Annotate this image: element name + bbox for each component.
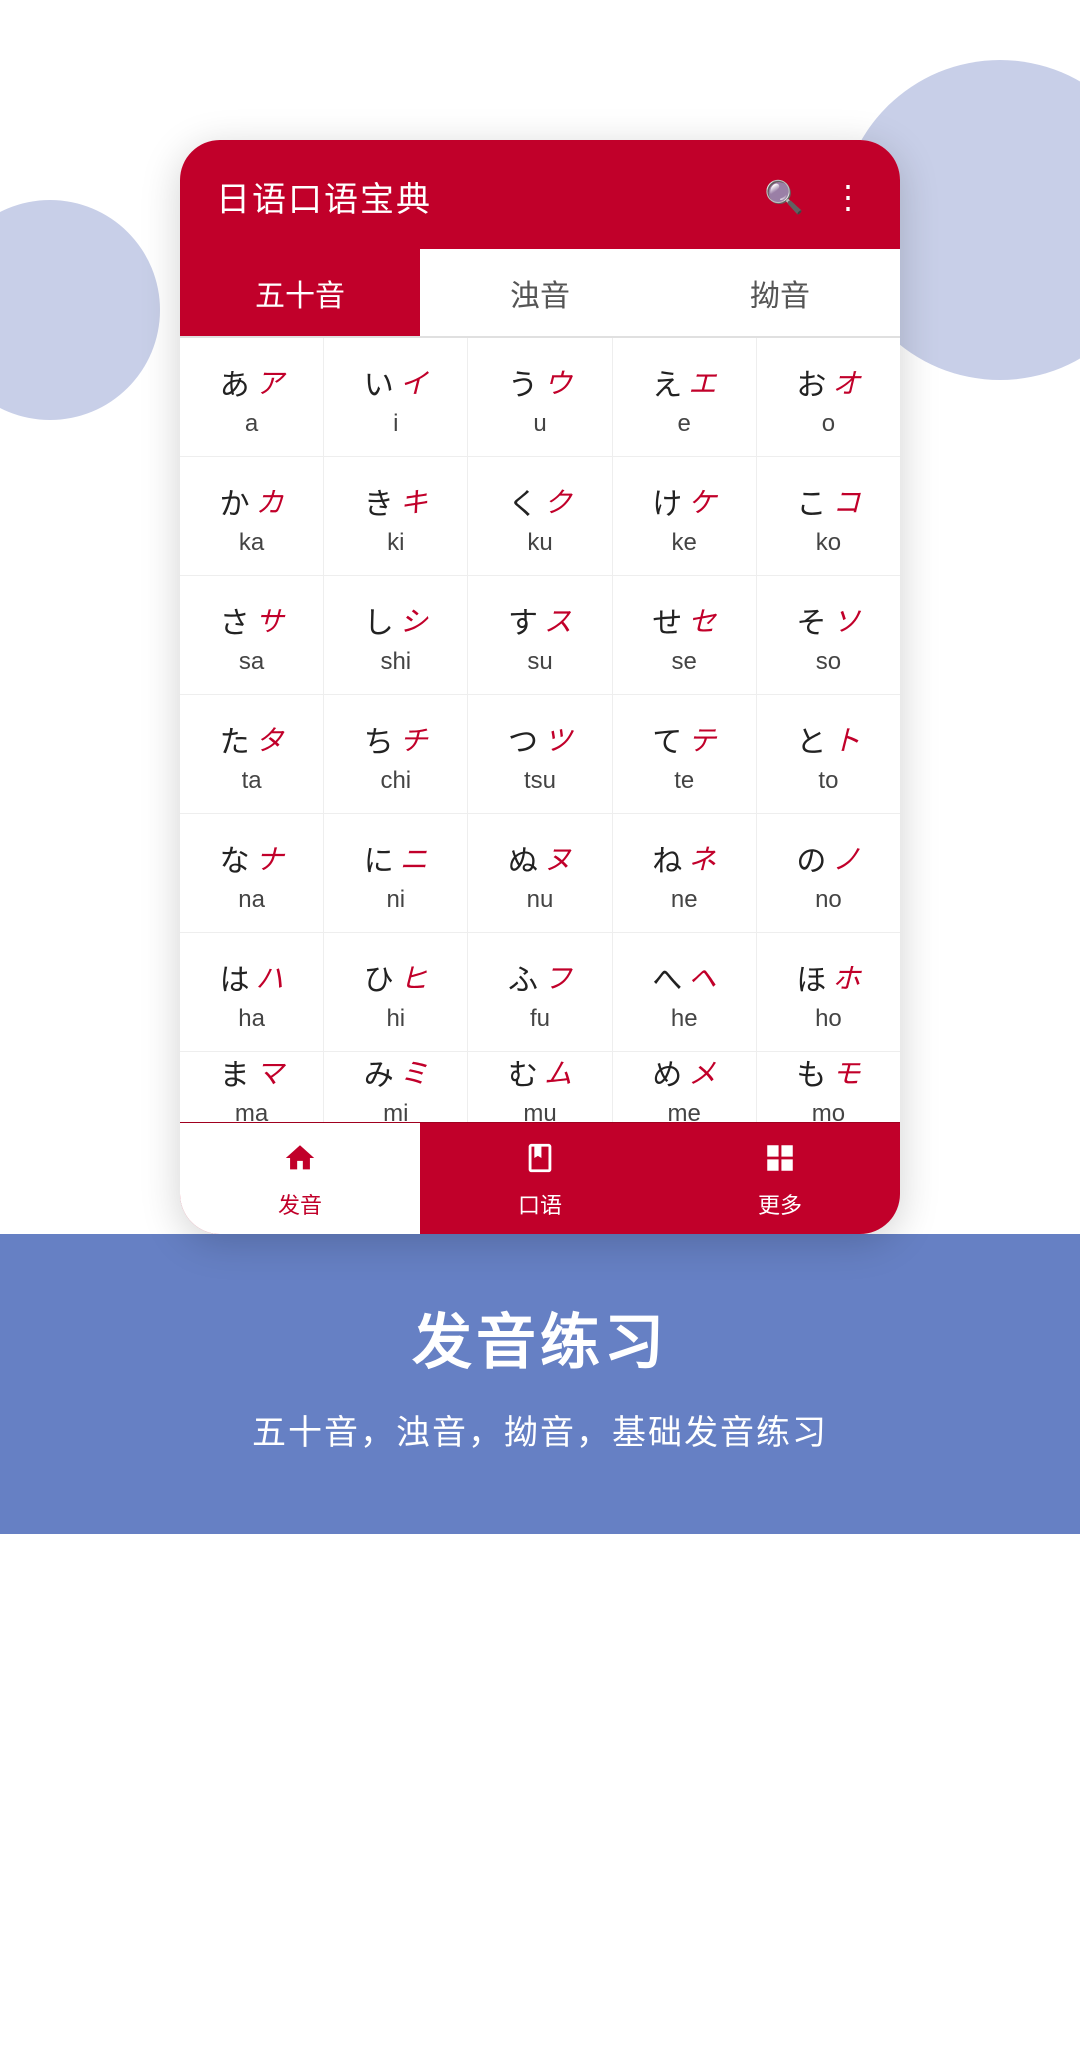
kana-cell-u[interactable]: う ウ u (468, 338, 612, 456)
kana-row-ma: ま マ ma み ミ mi む ム mu (180, 1052, 900, 1122)
app-title: 日语口语宝典 (216, 172, 432, 221)
kana-cell-na[interactable]: な ナ na (180, 814, 324, 932)
kana-cell-o[interactable]: お オ o (757, 338, 900, 456)
search-icon[interactable]: 🔍 (764, 178, 804, 216)
kana-cell-ku[interactable]: く ク ku (468, 457, 612, 575)
kana-cell-ho[interactable]: ほ ホ ho (757, 933, 900, 1051)
kana-cell-ke[interactable]: け ケ ke (613, 457, 757, 575)
kana-cell-he[interactable]: へ ヘ he (613, 933, 757, 1051)
menu-icon[interactable]: ⋮ (832, 178, 864, 216)
kana-row-sa: さ サ sa し シ shi す ス su (180, 576, 900, 695)
kana-cell-ki[interactable]: き キ ki (324, 457, 468, 575)
kana-cell-mo[interactable]: も モ mo (757, 1052, 900, 1122)
header-icons: 🔍 ⋮ (764, 178, 864, 216)
kana-cell-ma[interactable]: ま マ ma (180, 1052, 324, 1122)
kana-row-ka: か カ ka き キ ki く ク ku (180, 457, 900, 576)
kana-cell-se[interactable]: せ セ se (613, 576, 757, 694)
tabs-row: 五十音 浊音 拗音 (180, 249, 900, 338)
kana-cell-shi[interactable]: し シ shi (324, 576, 468, 694)
tab-youon[interactable]: 拗音 (660, 249, 900, 336)
kana-row-ta: た タ ta ち チ chi つ ツ tsu (180, 695, 900, 814)
nav-label-spoken: 口语 (518, 1188, 562, 1220)
kana-cell-te[interactable]: て テ te (613, 695, 757, 813)
kana-cell-mu[interactable]: む ム mu (468, 1052, 612, 1122)
bg-decoration-left (0, 200, 160, 420)
kana-cell-hi[interactable]: ひ ヒ hi (324, 933, 468, 1051)
kana-cell-ta[interactable]: た タ ta (180, 695, 324, 813)
kana-row-na: な ナ na に ニ ni ぬ ヌ nu (180, 814, 900, 933)
kana-cell-su[interactable]: す ス su (468, 576, 612, 694)
nav-item-spoken[interactable]: 口语 (420, 1123, 660, 1234)
kana-cell-sa[interactable]: さ サ sa (180, 576, 324, 694)
kana-grid: あ ア a い イ i う ウ u え (180, 338, 900, 1122)
kana-cell-mi[interactable]: み ミ mi (324, 1052, 468, 1122)
grid-icon (763, 1141, 797, 1184)
kana-row-ha: は ハ ha ひ ヒ hi ふ フ fu (180, 933, 900, 1052)
phone-frame: 日语口语宝典 🔍 ⋮ 五十音 浊音 拗音 あ ア a (180, 140, 900, 1234)
tab-gojuuon[interactable]: 五十音 (180, 249, 420, 336)
app-header: 日语口语宝典 🔍 ⋮ (180, 140, 900, 249)
promo-title: 发音练习 (40, 1294, 1040, 1381)
kana-cell-ko[interactable]: こ コ ko (757, 457, 900, 575)
nav-item-more[interactable]: 更多 (660, 1123, 900, 1234)
kana-cell-me[interactable]: め メ me (613, 1052, 757, 1122)
kana-cell-chi[interactable]: ち チ chi (324, 695, 468, 813)
promo-section: 发音练习 五十音，浊音，拗音，基础发音练习 (0, 1234, 1080, 1534)
kana-cell-i[interactable]: い イ i (324, 338, 468, 456)
kana-cell-ka[interactable]: か カ ka (180, 457, 324, 575)
kana-cell-ni[interactable]: に ニ ni (324, 814, 468, 932)
nav-item-pronunciation[interactable]: 发音 (180, 1123, 420, 1234)
nav-label-more: 更多 (758, 1188, 802, 1220)
kana-cell-so[interactable]: そ ソ so (757, 576, 900, 694)
bottom-nav: 发音 口语 更多 (180, 1122, 900, 1234)
kana-cell-nu[interactable]: ぬ ヌ nu (468, 814, 612, 932)
kana-row-a: あ ア a い イ i う ウ u え (180, 338, 900, 457)
home-icon (283, 1141, 317, 1184)
kana-cell-ha[interactable]: は ハ ha (180, 933, 324, 1051)
kana-cell-to[interactable]: と ト to (757, 695, 900, 813)
kana-cell-tsu[interactable]: つ ツ tsu (468, 695, 612, 813)
nav-label-pronunciation: 发音 (278, 1188, 322, 1220)
kana-cell-e[interactable]: え エ e (613, 338, 757, 456)
kana-cell-no[interactable]: の ノ no (757, 814, 900, 932)
promo-subtitle: 五十音，浊音，拗音，基础发音练习 (40, 1405, 1040, 1454)
kana-cell-fu[interactable]: ふ フ fu (468, 933, 612, 1051)
tab-dakuon[interactable]: 浊音 (420, 249, 660, 336)
book-icon (523, 1141, 557, 1184)
kana-cell-ne[interactable]: ね ネ ne (613, 814, 757, 932)
kana-cell-a[interactable]: あ ア a (180, 338, 324, 456)
